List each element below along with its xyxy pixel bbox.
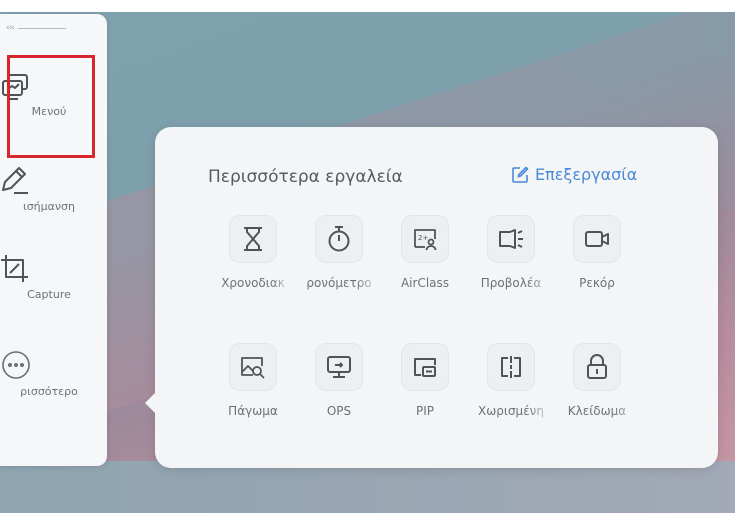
tool-tile: 2+: [401, 215, 449, 263]
tool-label: PIP: [415, 404, 434, 418]
tool-spotlight[interactable]: Προβολέα: [469, 215, 553, 290]
tool-tile: [487, 215, 535, 263]
tool-ops[interactable]: OPS: [297, 343, 381, 418]
sidebar-item-more[interactable]: ρισσότερο: [0, 349, 98, 398]
tool-tile: [573, 343, 621, 391]
tool-lock[interactable]: Κλείδωμα: [555, 343, 639, 418]
tool-record[interactable]: Ρεκόρ: [555, 215, 639, 290]
sidebar-item-label: Capture: [27, 288, 71, 301]
tool-stopwatch[interactable]: ρονόμετρο: [297, 215, 381, 290]
tool-label: Πάγωμα: [228, 404, 278, 418]
tool-airclass[interactable]: 2+ AirClass: [383, 215, 467, 290]
tool-label: Χωρισμένη: [478, 404, 544, 418]
tool-label: Χρονοδιακ: [221, 276, 285, 290]
sidebar-item-annotation[interactable]: ισήμανση: [0, 164, 98, 213]
tool-tile: [229, 343, 277, 391]
projector-icon: [498, 228, 524, 250]
freeze-image-icon: [240, 355, 266, 379]
tool-label: Προβολέα: [480, 276, 542, 290]
lock-icon: [586, 354, 608, 380]
tool-tile: [573, 215, 621, 263]
edit-label: Επεξεργασία: [535, 165, 638, 184]
tool-tile: [487, 343, 535, 391]
sidebar-item-capture[interactable]: Capture: [0, 254, 98, 301]
pen-icon: [0, 164, 98, 196]
tool-split-screen[interactable]: Χωρισμένη: [469, 343, 553, 418]
popup-pointer: [145, 392, 156, 414]
tool-freeze[interactable]: Πάγωμα: [211, 343, 295, 418]
ops-monitor-icon: [326, 355, 352, 379]
edit-icon: [511, 166, 529, 184]
crop-icon: [0, 254, 98, 284]
tool-pip[interactable]: PIP: [383, 343, 467, 418]
pip-icon: [413, 356, 437, 378]
more-dots-icon: [0, 349, 98, 381]
highlight-box: [7, 55, 95, 158]
airclass-icon: 2+: [412, 227, 438, 251]
tool-tile: [229, 215, 277, 263]
split-screen-icon: [499, 355, 523, 379]
tool-label: OPS: [326, 404, 352, 418]
edit-button[interactable]: Επεξεργασία: [511, 165, 637, 184]
tool-tile: [315, 215, 363, 263]
wallpaper-bottom-band: [0, 461, 735, 513]
tool-timer[interactable]: Χρονοδιακ: [211, 215, 295, 290]
video-camera-icon: [584, 229, 610, 249]
sidebar-item-label: ρισσότερο: [20, 385, 78, 398]
tool-tile: [401, 343, 449, 391]
tool-tile: [315, 343, 363, 391]
svg-text:2+: 2+: [418, 234, 428, 242]
sidebar-item-label: ισήμανση: [22, 200, 75, 213]
tool-label: ρονόμετρο: [306, 276, 372, 290]
collapse-line: [17, 27, 66, 29]
collapse-arrows-icon: ‹‹‹: [6, 23, 15, 33]
more-tools-popup: Περισσότερα εργαλεία Επεξεργασία Χρονοδι…: [145, 127, 718, 468]
popup-title: Περισσότερα εργαλεία: [208, 167, 403, 187]
stopwatch-icon: [327, 225, 351, 253]
tool-label: Ρεκόρ: [579, 276, 615, 290]
tool-label: Κλείδωμα: [567, 404, 627, 418]
hourglass-icon: [241, 226, 265, 252]
sidebar: ‹‹‹ Μενού ισήμανση Capture ρισσότερο: [0, 14, 107, 466]
sidebar-collapse-handle[interactable]: ‹‹‹: [6, 22, 66, 34]
sidebar-item-menu[interactable]: Μενού: [0, 55, 98, 158]
tool-label: AirClass: [400, 276, 450, 290]
